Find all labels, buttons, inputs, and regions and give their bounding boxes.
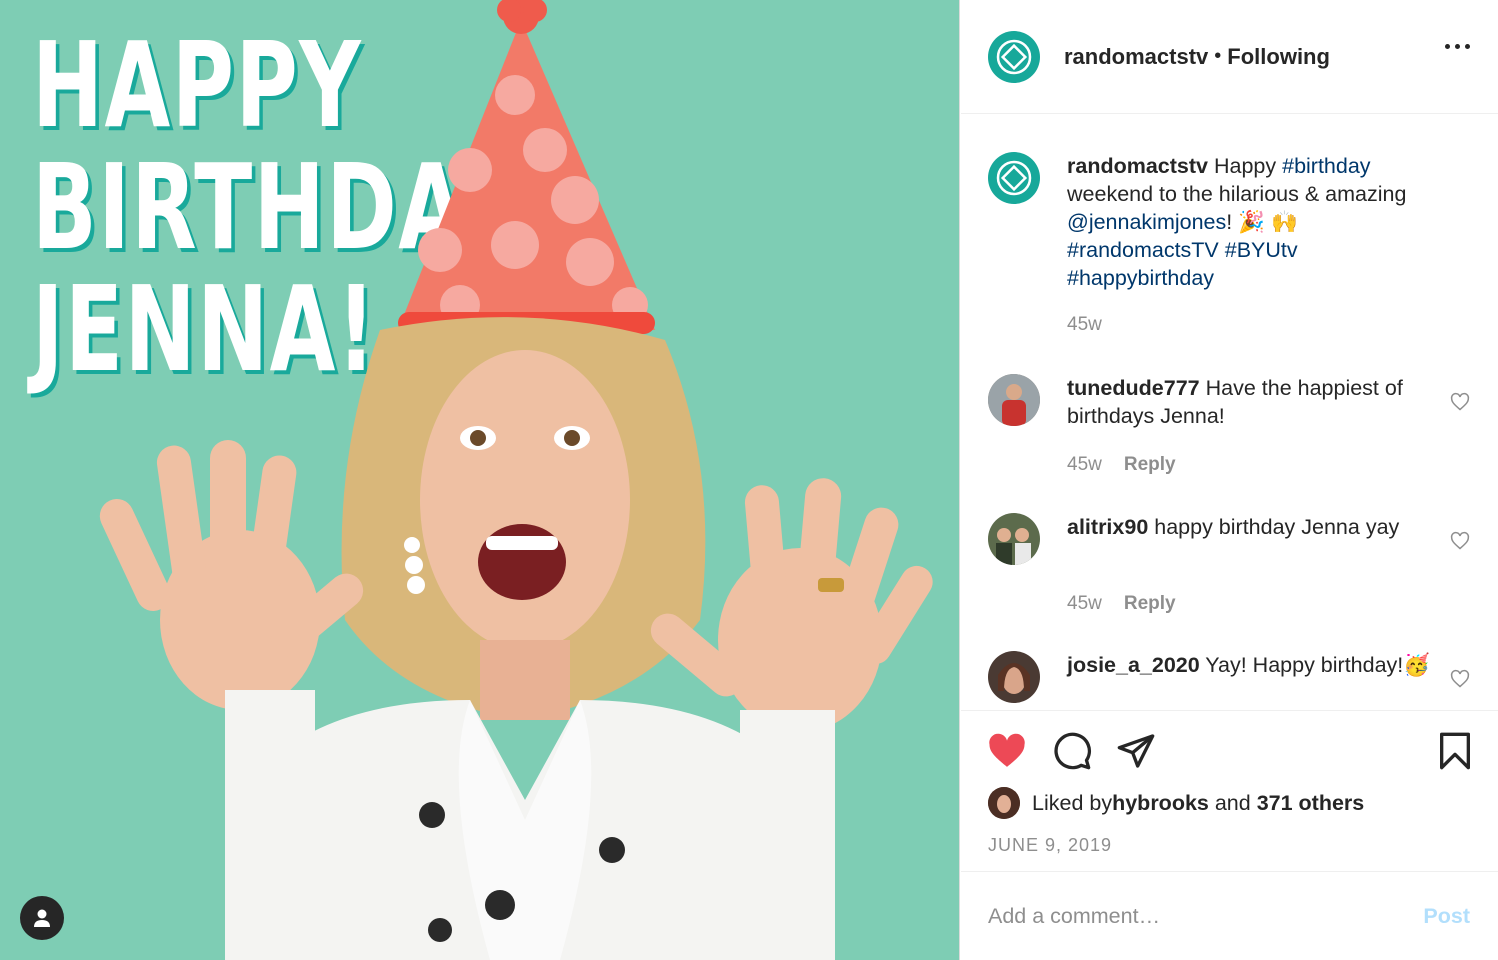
liker-username[interactable]: hybrooks [1112, 791, 1209, 816]
post-actions: Liked by hybrooks and 371 others JUNE 9,… [961, 710, 1498, 870]
post-header: randomactstv • Following [961, 0, 1498, 114]
comment-time[interactable]: 45w [1067, 454, 1102, 476]
mention-link[interactable]: @jennakimjones [1067, 210, 1226, 234]
comment-text: alitrix90 happy birthday Jenna yay [1067, 513, 1447, 541]
header-username[interactable]: randomactstv [1064, 44, 1208, 70]
comment-username[interactable]: tunedude777 [1067, 376, 1200, 400]
caption-username[interactable]: randomactstv [1067, 154, 1208, 178]
post-image[interactable]: HAPPY BIRTHDAY JENNA! [0, 0, 960, 960]
reply-button[interactable]: Reply [1124, 454, 1176, 476]
comment-text: josie_a_2020 Yay! Happy birthday!🥳 [1067, 651, 1447, 679]
hashtag-link[interactable]: #randomactsTV [1067, 238, 1219, 262]
comment-item: josie_a_2020 Yay! Happy birthday!🥳 [988, 651, 1478, 710]
comment-meta: 45w Reply [1067, 593, 1176, 615]
ra-logo-icon [996, 39, 1032, 74]
reply-button[interactable]: Reply [1124, 593, 1176, 615]
comment-item: tunedude777 Have the happiest of birthda… [988, 374, 1478, 484]
hashtag-link[interactable]: #BYUtv [1225, 238, 1298, 262]
caption-text-part: Happy [1208, 154, 1283, 178]
caption-text-part: weekend to the hilarious & amazing [1067, 182, 1407, 206]
header-separator: • [1214, 45, 1222, 67]
avatar-image [988, 651, 1040, 703]
comment-time[interactable]: 45w [1067, 593, 1102, 615]
like-comment-icon[interactable] [1450, 531, 1470, 551]
hashtag-link[interactable]: #birthday [1282, 154, 1370, 178]
avatar[interactable] [988, 513, 1040, 565]
avatar-image [988, 374, 1040, 426]
likes-summary: Liked by hybrooks and 371 others [988, 787, 1364, 819]
party-hat [398, 0, 655, 334]
more-options-icon[interactable] [1445, 44, 1470, 49]
post-date[interactable]: JUNE 9, 2019 [988, 835, 1112, 856]
caption-meta: 45w [1067, 314, 1102, 336]
comments-list[interactable]: randomactstv Happy #birthday weekend to … [961, 115, 1498, 710]
comment-input[interactable] [988, 903, 1424, 929]
caption-time[interactable]: 45w [1067, 314, 1102, 336]
comment-username[interactable]: alitrix90 [1067, 515, 1148, 539]
post-sidebar: randomactstv • Following randomactstv Ha… [961, 0, 1498, 960]
post-button[interactable]: Post [1423, 904, 1470, 929]
caption-text: randomactstv Happy #birthday weekend to … [1067, 152, 1447, 292]
comment-item: alitrix90 happy birthday Jenna yay 45w R… [988, 513, 1478, 623]
likes-count[interactable]: 371 others [1257, 791, 1365, 816]
comment-text: tunedude777 Have the happiest of birthda… [1067, 374, 1447, 430]
share-icon[interactable] [1115, 731, 1157, 771]
avatar[interactable] [988, 152, 1040, 204]
bookmark-icon[interactable] [1435, 731, 1475, 771]
caption-text-part: ! 🎉 🙌 [1226, 210, 1298, 234]
avatar-image [988, 513, 1040, 565]
comment-form: Post [961, 871, 1498, 960]
avatar[interactable] [988, 30, 1040, 83]
likes-prefix: Liked by [1032, 790, 1113, 815]
caption: randomactstv Happy #birthday weekend to … [988, 152, 1478, 372]
comment-icon[interactable] [1051, 731, 1093, 771]
comment-body: Yay! Happy birthday!🥳 [1199, 653, 1431, 677]
comment-username[interactable]: josie_a_2020 [1067, 653, 1200, 677]
comment-body: happy birthday Jenna yay [1148, 515, 1400, 539]
comment-meta: 45w Reply [1067, 454, 1176, 476]
tagged-users-button[interactable] [20, 896, 64, 940]
like-comment-icon[interactable] [1450, 669, 1470, 689]
following-button[interactable]: Following [1227, 44, 1330, 70]
heart-filled-icon[interactable] [986, 731, 1028, 771]
like-comment-icon[interactable] [1450, 392, 1470, 412]
avatar[interactable] [988, 651, 1040, 703]
likes-middle: and [1208, 790, 1257, 815]
avatar[interactable] [988, 787, 1020, 819]
ra-logo-icon [996, 160, 1032, 196]
avatar-image [988, 787, 1020, 819]
photo-illustration [99, 0, 933, 960]
user-icon [34, 909, 50, 927]
hashtag-link[interactable]: #happybirthday [1067, 266, 1214, 290]
avatar[interactable] [988, 374, 1040, 426]
